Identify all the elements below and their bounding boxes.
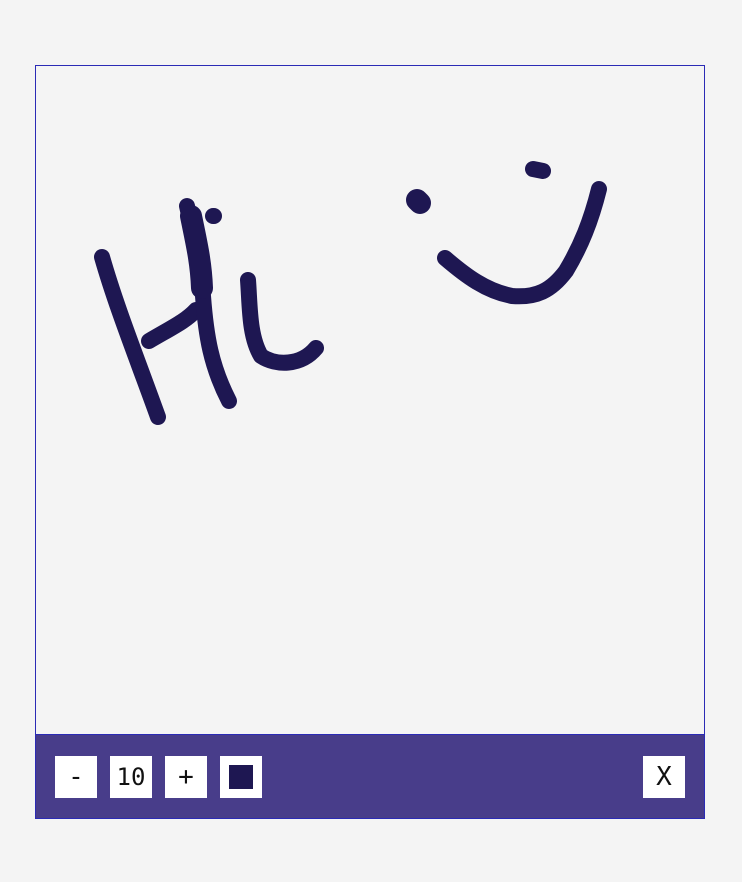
increase-size-button[interactable]: + <box>165 756 207 798</box>
canvas-drawing <box>94 161 607 425</box>
ink-stroke <box>141 302 204 349</box>
drawing-app: - 10 + X <box>35 65 705 819</box>
ink-stroke <box>437 181 607 305</box>
toolbar: - 10 + X <box>35 734 705 819</box>
color-picker-button[interactable] <box>220 756 262 798</box>
ink-stroke <box>240 272 324 371</box>
ink-stroke <box>406 189 431 214</box>
decrease-size-button[interactable]: - <box>55 756 97 798</box>
brush-size-display: 10 <box>110 756 152 798</box>
close-button[interactable]: X <box>643 756 685 798</box>
ink-stroke <box>525 161 551 179</box>
drawing-canvas[interactable] <box>35 65 705 735</box>
color-swatch-icon <box>229 765 253 789</box>
ink-stroke <box>180 205 213 299</box>
